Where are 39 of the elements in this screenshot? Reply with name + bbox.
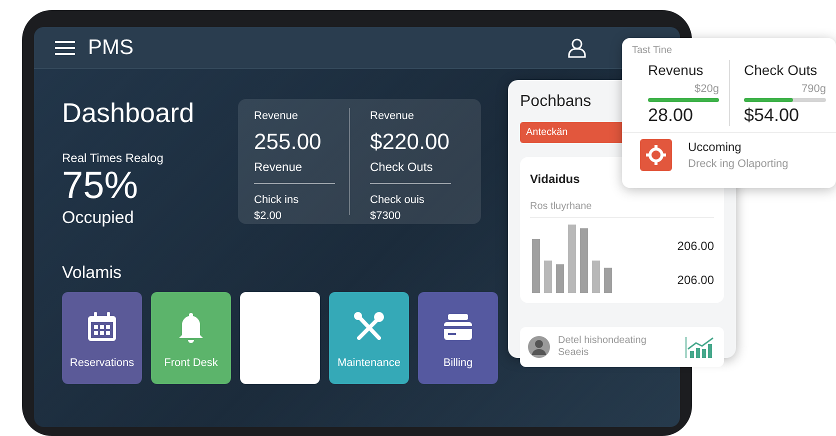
card-subtitle: Ros tluyrhane [530,199,714,218]
menu-icon[interactable] [54,40,76,56]
avatar-icon [528,336,550,358]
footer-text: Detel hishondeating Seaeis [558,335,648,359]
occupancy-value: 75% [62,166,140,205]
popup-title: Tast Tine [631,44,674,58]
calendar-icon [86,311,118,344]
blank-tile[interactable] [240,292,320,384]
app-title: PMS [88,34,134,61]
stat-value: $220.00 [370,128,451,156]
notice-text: Dreck ing Olaporting [688,157,788,172]
panel-title: Pochbans [520,93,592,110]
tile-button[interactable]: Billing [418,292,498,384]
metric-value: 28.00 [648,104,694,126]
chart-value: 206.00 [677,238,714,255]
metric-reading: 790g [800,82,826,97]
tile-button[interactable]: Reservations [62,292,142,384]
stat-label: Revenue [370,109,416,124]
metric-reading: $20g [694,82,719,97]
metric-name: Check Outs [744,61,818,80]
notice-title: Uccoming [688,139,742,156]
metric-value: $54.00 [744,104,800,126]
card-title: Vidaidus [530,172,580,186]
stat-value: 255.00 [254,128,322,156]
summary-subtitle: Real Times Realog [62,150,164,167]
stat-caption: Check Outs [370,158,434,176]
chart-value: 206.00 [677,272,714,289]
rising-chart-icon [684,335,716,359]
stat-label: Revenue [254,109,300,124]
stat-sub-label: Chick ins [254,192,300,208]
stat-sub-label: Check ouis [370,192,426,208]
user-icon[interactable] [568,38,586,58]
page-title: Dashboard [62,99,196,129]
section-title: Volamis [62,262,123,284]
metric-name: Revenus [648,61,704,80]
stat-caption: Revenue [254,158,304,176]
stat-sub-value: $7300 [370,209,402,224]
occupancy-label: Occupied [62,206,135,229]
stat-sub-value: $2.00 [254,209,283,224]
